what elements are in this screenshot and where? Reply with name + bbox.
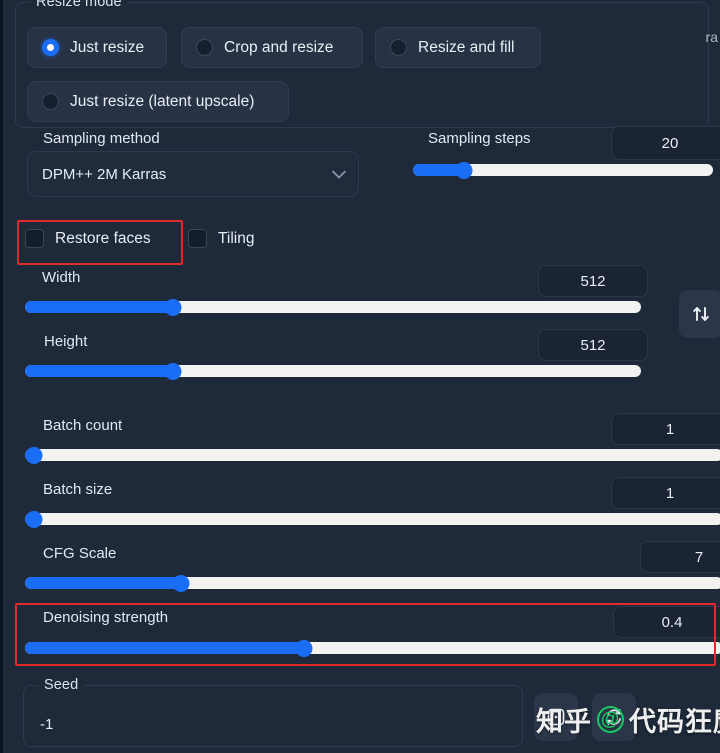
radio-indicator-crop-and-resize[interactable] (196, 39, 213, 56)
checkbox-box-restore-faces[interactable] (25, 229, 44, 248)
radio-just-resize[interactable]: Just resize (27, 27, 167, 68)
cfg-scale-label: CFG Scale (43, 545, 117, 562)
checkbox-label-restore-faces: Restore faces (55, 229, 151, 247)
radio-label-crop-and-resize: Crop and resize (224, 38, 334, 56)
seed-value[interactable]: -1 (40, 716, 53, 733)
seed-legend: Seed (38, 677, 85, 693)
slider-thumb[interactable] (164, 363, 182, 380)
width-input[interactable]: 512 (538, 265, 648, 297)
radio-indicator-resize-and-fill[interactable] (390, 39, 407, 56)
slider-fill (25, 642, 305, 654)
sampling-method-value: DPM++ 2M Karras (42, 165, 167, 183)
random-seed-button[interactable] (534, 693, 578, 741)
cfg-scale-value: 7 (694, 548, 704, 566)
radio-label-resize-and-fill: Resize and fill (418, 38, 515, 56)
slider-thumb[interactable] (25, 447, 43, 464)
denoising-strength-value: 0.4 (661, 613, 683, 631)
slider-thumb[interactable] (25, 511, 43, 528)
sampling-steps-label: Sampling steps (428, 130, 531, 147)
radio-crop-and-resize[interactable]: Crop and resize (181, 27, 363, 68)
radio-label-just-resize: Just resize (70, 38, 145, 56)
radio-indicator-just-resize[interactable] (42, 39, 59, 56)
radio-resize-and-fill[interactable]: Resize and fill (375, 27, 541, 68)
cfg-scale-input[interactable]: 7 (640, 541, 720, 573)
width-label: Width (42, 269, 81, 286)
batch-size-input[interactable]: 1 (611, 477, 720, 509)
recycle-icon (607, 708, 621, 726)
height-slider[interactable] (25, 363, 641, 380)
watermark-tail: ra (705, 29, 718, 45)
sampling-steps-slider[interactable] (413, 162, 713, 179)
sampling-steps-input[interactable]: 20 (611, 126, 720, 160)
batch-size-slider[interactable] (25, 511, 720, 528)
height-input[interactable]: 512 (538, 329, 648, 361)
slider-fill (25, 301, 173, 313)
height-value: 512 (580, 336, 606, 354)
slider-track (25, 449, 720, 461)
watermark-user: 代码狂魔 (629, 707, 720, 737)
swap-dimensions-button[interactable] (679, 290, 720, 338)
slider-fill (25, 577, 182, 589)
batch-count-value: 1 (665, 420, 675, 438)
denoising-strength-slider[interactable] (25, 640, 720, 657)
slider-track (25, 513, 720, 525)
slider-fill (25, 365, 173, 377)
chevron-down-icon (332, 170, 346, 179)
checkbox-label-tiling: Tiling (218, 229, 255, 247)
checkbox-tiling[interactable]: Tiling (188, 229, 254, 248)
radio-label-just-resize-latent-upscale: Just resize (latent upscale) (70, 92, 255, 110)
seed-group: Seed -1 (23, 677, 523, 747)
reuse-seed-button[interactable] (592, 693, 636, 741)
sampling-method-label: Sampling method (43, 130, 160, 147)
batch-count-input[interactable]: 1 (611, 413, 720, 445)
batch-size-value: 1 (665, 484, 675, 502)
swap-vertical-icon (693, 307, 709, 321)
batch-count-label: Batch count (43, 417, 123, 434)
radio-just-resize-latent-upscale[interactable]: Just resize (latent upscale) (27, 81, 289, 122)
slider-thumb[interactable] (455, 162, 473, 179)
resize-mode-legend: Resize mode (30, 0, 128, 10)
batch-count-slider[interactable] (25, 447, 720, 464)
dice-icon (547, 708, 565, 726)
checkbox-restore-faces[interactable]: Restore faces (25, 229, 151, 248)
batch-size-label: Batch size (43, 481, 113, 498)
slider-thumb[interactable] (295, 640, 313, 657)
slider-thumb[interactable] (172, 575, 190, 592)
radio-indicator-just-resize-latent-upscale[interactable] (42, 93, 59, 110)
sampling-steps-value: 20 (661, 134, 679, 152)
slider-thumb[interactable] (164, 299, 182, 316)
width-value: 512 (580, 272, 606, 290)
height-label: Height (44, 333, 88, 350)
width-slider[interactable] (25, 299, 641, 316)
sampling-method-dropdown[interactable]: DPM++ 2M Karras (27, 151, 359, 197)
denoising-strength-input[interactable]: 0.4 (613, 606, 720, 638)
img2img-settings-panel: Resize mode Just resize Crop and resize … (0, 0, 720, 753)
cfg-scale-slider[interactable] (25, 575, 720, 592)
checkbox-box-tiling[interactable] (188, 229, 207, 248)
denoising-strength-label: Denoising strength (43, 609, 169, 626)
